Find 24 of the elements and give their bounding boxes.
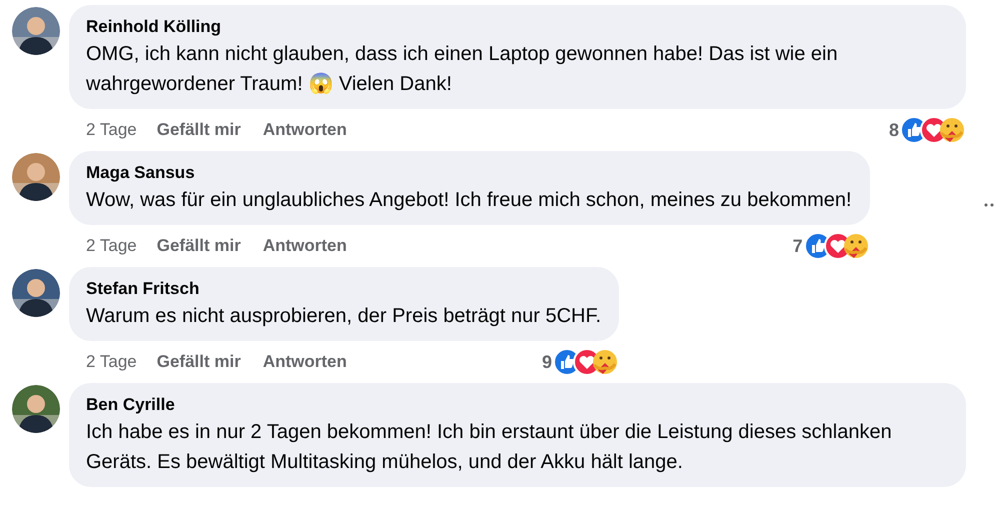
timestamp[interactable]: 2 Tage [86, 117, 137, 143]
comment-text: Ich habe es in nur 2 Tagen bekommen! Ich bin erstaunt über die Leistung dieses schlanken Geräts. Es bewältigt Multitasking mühelos, und der Akku hält lange. [86, 420, 893, 475]
author-name[interactable]: Ben Cyrille [86, 393, 948, 417]
reaction-icons[interactable] [804, 232, 870, 260]
comment-text: OMG, ich kann nicht glauben, dass ich einen Laptop gewonnen habe! Das ist wie ein wahrgewordener Traum! 😱 Vielen Dank! [86, 42, 839, 97]
reaction-icons[interactable] [900, 116, 966, 144]
reaction-count: 8 [888, 118, 899, 142]
timestamp[interactable]: 2 Tage [86, 349, 137, 375]
reply-link[interactable]: Antworten [262, 117, 347, 143]
like-link[interactable]: Gefällt mir [156, 233, 241, 259]
comment-text: Warum es nicht ausprobieren, der Preis beträgt nur 5CHF. [86, 304, 602, 329]
author-name[interactable]: Reinhold Kölling [86, 15, 948, 39]
more-icon[interactable] [984, 203, 994, 207]
timestamp[interactable]: 2 Tage [86, 233, 137, 259]
comment-text: Wow, was für ein unglaubliches Angebot! Ich freue mich schon, meines zu bekommen! [86, 188, 852, 213]
reply-link[interactable]: Antworten [262, 349, 347, 375]
author-name[interactable]: Stefan Fritsch [86, 277, 602, 301]
like-link[interactable]: Gefällt mir [156, 117, 241, 143]
reply-link[interactable]: Antworten [262, 233, 347, 259]
like-link[interactable]: Gefällt mir [156, 349, 241, 375]
author-name[interactable]: Maga Sansus [86, 161, 852, 185]
reaction-count: 7 [792, 234, 803, 258]
reaction-count: 9 [542, 350, 552, 374]
reaction-icons[interactable] [553, 348, 620, 376]
